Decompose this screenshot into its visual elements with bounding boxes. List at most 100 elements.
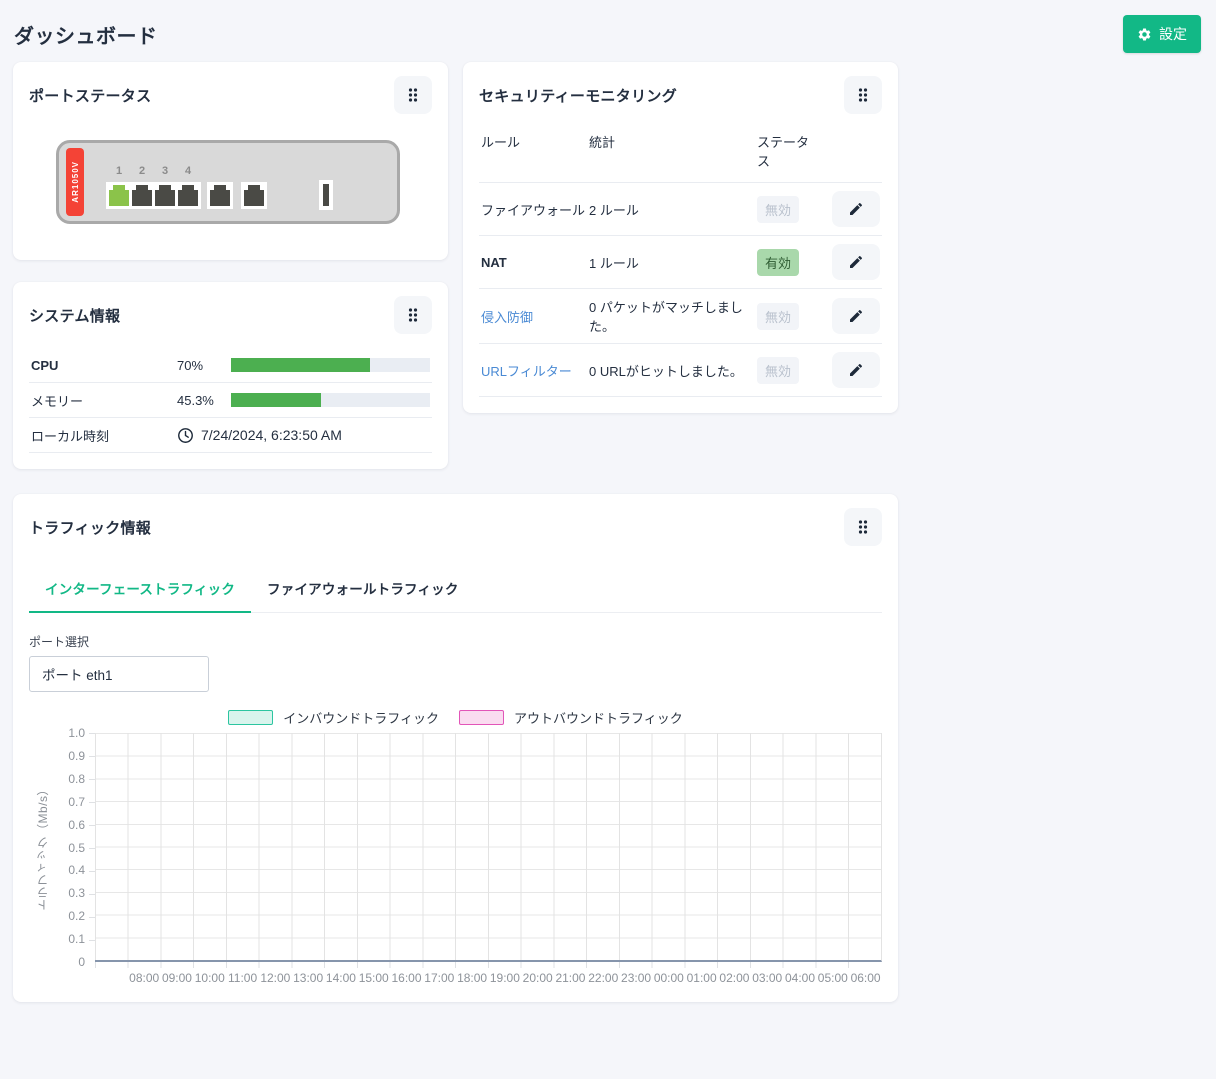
- rule-stats: 2 ルール: [589, 200, 757, 219]
- local-time-label: ローカル時刻: [31, 426, 177, 445]
- table-row-nat: NAT 1 ルール 有効: [479, 235, 882, 288]
- status-badge: 有効: [757, 249, 799, 276]
- drag-dots-icon: [856, 519, 870, 535]
- status-badge: 無効: [757, 357, 799, 384]
- lan-port-group: [106, 182, 201, 209]
- y-tick-label: 0.8: [68, 772, 85, 786]
- x-tick-label: 19:00: [490, 971, 520, 985]
- port-wan-b: [244, 190, 264, 206]
- cpu-progress-fill: [231, 358, 370, 372]
- port-status-card: ポートステータス AR1050V 1 2: [13, 62, 448, 260]
- port-4: [178, 190, 198, 206]
- y-tick-label: 0.7: [68, 795, 85, 809]
- port-1-active: [109, 190, 129, 206]
- legend-item-outbound[interactable]: アウトバウンドトラフィック: [459, 708, 683, 727]
- drag-dots-icon: [406, 307, 420, 323]
- x-tick-label: 13:00: [293, 971, 323, 985]
- y-tick-label: 1.0: [68, 726, 85, 740]
- memory-progress-track: [231, 393, 430, 407]
- system-info-card: システム情報 CPU 70%: [13, 282, 448, 469]
- port-status-drag-handle[interactable]: [394, 76, 432, 114]
- device-model-label: AR1050V: [71, 161, 80, 203]
- chart-legend: インバウンドトラフィック アウトバウンドトラフィック: [29, 708, 882, 727]
- y-tick-label: 0.5: [68, 841, 85, 855]
- port-wan-a: [210, 190, 230, 206]
- console-slot-bar: [323, 184, 329, 206]
- y-tick-label: 0.4: [68, 863, 85, 877]
- x-tick-label: 11:00: [228, 971, 257, 985]
- device-model-tag: AR1050V: [66, 148, 84, 216]
- memory-row: メモリー 45.3%: [29, 383, 432, 418]
- intrusion-prevention-link[interactable]: 侵入防御: [481, 307, 589, 326]
- traffic-tabs: インターフェーストラフィック ファイアウォールトラフィック: [29, 566, 882, 613]
- outbound-swatch: [459, 710, 504, 725]
- y-tick-label: 0.2: [68, 909, 85, 923]
- security-table-header: ルール 統計 ステータス: [479, 122, 882, 182]
- system-info-table: CPU 70% メモリー 45.3% ローカル時刻: [29, 348, 432, 453]
- settings-button[interactable]: 設定: [1123, 15, 1201, 53]
- outbound-legend-label: アウトバウンドトラフィック: [514, 708, 683, 727]
- x-tick-label: 18:00: [457, 971, 487, 985]
- col-stats: 統計: [589, 132, 757, 170]
- y-tick-label: 0.1: [68, 932, 85, 946]
- security-monitoring-title: セキュリティーモニタリング: [479, 85, 677, 106]
- wan-port-a: [207, 182, 233, 209]
- drag-dots-icon: [406, 87, 420, 103]
- status-badge: 無効: [757, 303, 799, 330]
- port-select[interactable]: ポート eth1: [29, 656, 209, 692]
- rule-name: ファイアウォール: [481, 200, 589, 219]
- router-device-graphic: AR1050V 1 2 3 4: [56, 140, 400, 224]
- x-tick-label: 00:00: [654, 971, 684, 985]
- system-info-title: システム情報: [29, 305, 120, 326]
- status-badge: 無効: [757, 196, 799, 223]
- port-status-title: ポートステータス: [29, 85, 151, 106]
- edit-intrusion-button[interactable]: [832, 298, 880, 334]
- system-info-drag-handle[interactable]: [394, 296, 432, 334]
- dashboard-grid: ポートステータス AR1050V 1 2: [13, 62, 898, 1002]
- legend-item-inbound[interactable]: インバウンドトラフィック: [228, 708, 439, 727]
- tab-firewall-traffic[interactable]: ファイアウォールトラフィック: [251, 566, 475, 612]
- y-tick-label: 0.6: [68, 818, 85, 832]
- port-number-labels: 1 2 3 4: [106, 165, 201, 177]
- pencil-icon: [848, 254, 864, 270]
- chart-y-axis-label: トラフィック（Mb/s）: [34, 783, 51, 911]
- traffic-info-card: トラフィック情報 インターフェーストラフィック ファイアウォールトラフィック ポ…: [13, 494, 898, 1002]
- chart-y-ticks: 1.00.90.80.70.60.50.40.30.20.10: [55, 733, 89, 962]
- tab-interface-traffic[interactable]: インターフェーストラフィック: [29, 566, 251, 613]
- port-number: 3: [155, 165, 175, 177]
- port-3: [155, 190, 175, 206]
- edit-nat-button[interactable]: [832, 244, 880, 280]
- x-tick-label: 06:00: [851, 971, 881, 985]
- x-tick-label: 02:00: [719, 971, 749, 985]
- traffic-drag-handle[interactable]: [844, 508, 882, 546]
- x-tick-label: 16:00: [392, 971, 422, 985]
- console-slot: [319, 180, 333, 210]
- security-drag-handle[interactable]: [844, 76, 882, 114]
- port-number: 2: [132, 165, 152, 177]
- pencil-icon: [848, 308, 864, 324]
- x-tick-label: 23:00: [621, 971, 651, 985]
- memory-label: メモリー: [31, 391, 177, 410]
- url-filter-link[interactable]: URLフィルター: [481, 361, 589, 380]
- x-tick-label: 15:00: [359, 971, 389, 985]
- cpu-value: 70%: [177, 358, 221, 373]
- rule-stats: 1 ルール: [589, 253, 757, 272]
- x-tick-label: 12:00: [260, 971, 290, 985]
- security-table: ルール 統計 ステータス ファイアウォール 2 ルール 無効: [479, 122, 882, 397]
- y-tick-label: 0: [78, 955, 85, 969]
- rule-name: NAT: [481, 255, 589, 270]
- port-select-value: ポート eth1: [42, 664, 113, 684]
- edit-url-filter-button[interactable]: [832, 352, 880, 388]
- col-rule: ルール: [481, 132, 589, 170]
- x-tick-label: 20:00: [523, 971, 553, 985]
- pencil-icon: [848, 201, 864, 217]
- chart-y-axis-label-wrap: トラフィック（Mb/s）: [29, 733, 55, 962]
- x-tick-label: 10:00: [195, 971, 225, 985]
- x-tick-label: 14:00: [326, 971, 356, 985]
- settings-button-label: 設定: [1159, 24, 1187, 44]
- security-monitoring-card: セキュリティーモニタリング ルール 統計 ステータス: [463, 62, 898, 413]
- edit-firewall-button[interactable]: [832, 191, 880, 227]
- x-tick-label: 09:00: [162, 971, 192, 985]
- traffic-info-title: トラフィック情報: [29, 517, 151, 538]
- port-number: 1: [109, 165, 129, 177]
